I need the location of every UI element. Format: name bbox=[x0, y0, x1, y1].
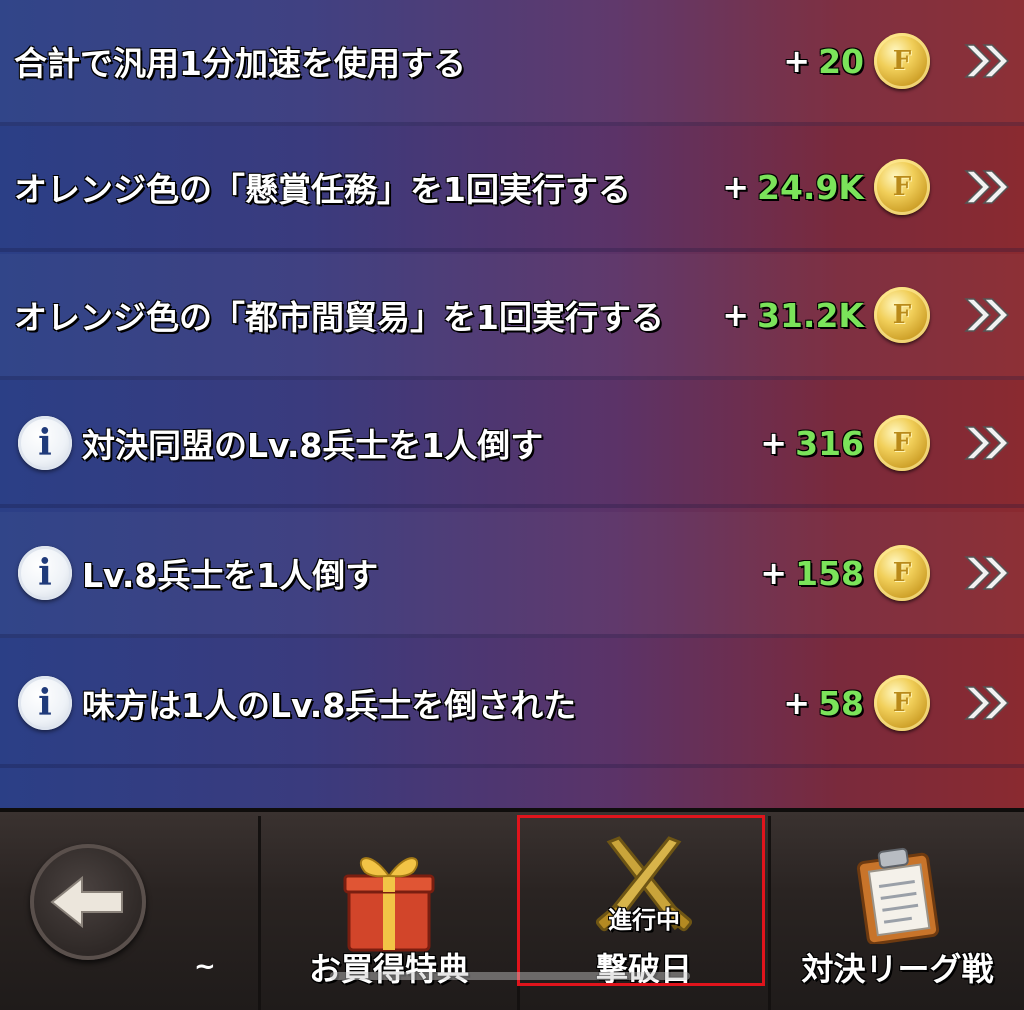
tab-deals[interactable]: お買得特典 bbox=[258, 816, 517, 1010]
back-slot bbox=[0, 816, 258, 1010]
coin-icon: F bbox=[874, 415, 930, 471]
task-label: Lv.8兵士を1人倒す bbox=[82, 556, 379, 595]
task-row[interactable]: オレンジ色の「懸賞任務」を1回実行する + 24.9K F bbox=[0, 126, 1024, 252]
plus-sign: + bbox=[722, 168, 749, 206]
double-chevron-right-icon[interactable] bbox=[962, 295, 1012, 335]
gift-icon bbox=[343, 857, 435, 952]
reward-points: 158 bbox=[795, 553, 864, 593]
plus-sign: + bbox=[722, 296, 749, 334]
task-reward: + 20 F bbox=[783, 0, 930, 122]
clipboard-icon bbox=[856, 847, 939, 944]
task-reward: + 31.2K F bbox=[722, 254, 930, 376]
tab-label: お買得特典 bbox=[308, 950, 469, 988]
tilde-mark: ~ bbox=[194, 952, 216, 982]
coin-icon: F bbox=[874, 33, 930, 89]
plus-sign: + bbox=[783, 42, 811, 80]
active-tab-highlight bbox=[517, 815, 765, 986]
double-chevron-right-icon[interactable] bbox=[962, 423, 1012, 463]
arrow-left-icon bbox=[50, 875, 123, 929]
double-chevron-right-icon[interactable] bbox=[962, 553, 1012, 593]
task-label: 合計で汎用1分加速を使用する bbox=[14, 44, 466, 83]
coin-icon: F bbox=[874, 545, 930, 601]
task-row[interactable]: 合計で汎用1分加速を使用する + 20 F bbox=[0, 0, 1024, 126]
task-row[interactable]: i 味方は1人のLv.8兵士を倒された + 58 F bbox=[0, 642, 1024, 768]
reward-points: 316 bbox=[795, 423, 864, 463]
coin-icon: F bbox=[874, 159, 930, 215]
plus-sign: + bbox=[760, 424, 788, 462]
task-reward: + 24.9K F bbox=[722, 126, 930, 248]
tab-league[interactable]: 対決リーグ戦 bbox=[768, 816, 1024, 1010]
reward-points: 24.9K bbox=[757, 167, 864, 207]
coin-icon: F bbox=[874, 287, 930, 343]
info-icon[interactable]: i bbox=[18, 416, 72, 470]
reward-points: 20 bbox=[818, 41, 864, 81]
task-row[interactable]: オレンジ色の「都市間貿易」を1回実行する + 31.2K F bbox=[0, 254, 1024, 380]
back-button[interactable] bbox=[30, 844, 146, 960]
task-row[interactable]: i Lv.8兵士を1人倒す + 158 F bbox=[0, 512, 1024, 638]
task-label: オレンジ色の「懸賞任務」を1回実行する bbox=[14, 170, 631, 209]
reward-points: 31.2K bbox=[757, 295, 864, 335]
double-chevron-right-icon[interactable] bbox=[962, 167, 1012, 207]
reward-points: 58 bbox=[818, 683, 864, 723]
task-reward: + 58 F bbox=[783, 642, 930, 764]
info-icon[interactable]: i bbox=[18, 676, 72, 730]
task-label: 対決同盟のLv.8兵士を1人倒す bbox=[82, 426, 544, 465]
double-chevron-right-icon[interactable] bbox=[962, 41, 1012, 81]
plus-sign: + bbox=[760, 554, 788, 592]
task-list: 合計で汎用1分加速を使用する + 20 F オレンジ色の「懸賞任務」を1回実行す… bbox=[0, 0, 1024, 808]
scroll-indicator bbox=[330, 972, 690, 980]
task-label: オレンジ色の「都市間貿易」を1回実行する bbox=[14, 298, 664, 337]
task-label: 味方は1人のLv.8兵士を倒された bbox=[82, 686, 577, 725]
double-chevron-right-icon[interactable] bbox=[962, 683, 1012, 723]
task-reward: + 158 F bbox=[760, 512, 930, 634]
plus-sign: + bbox=[783, 684, 811, 722]
task-reward: + 316 F bbox=[760, 382, 930, 504]
tab-label: 対決リーグ戦 bbox=[801, 950, 994, 988]
info-icon[interactable]: i bbox=[18, 546, 72, 600]
coin-icon: F bbox=[874, 675, 930, 731]
task-row[interactable]: i 対決同盟のLv.8兵士を1人倒す + 316 F bbox=[0, 382, 1024, 508]
